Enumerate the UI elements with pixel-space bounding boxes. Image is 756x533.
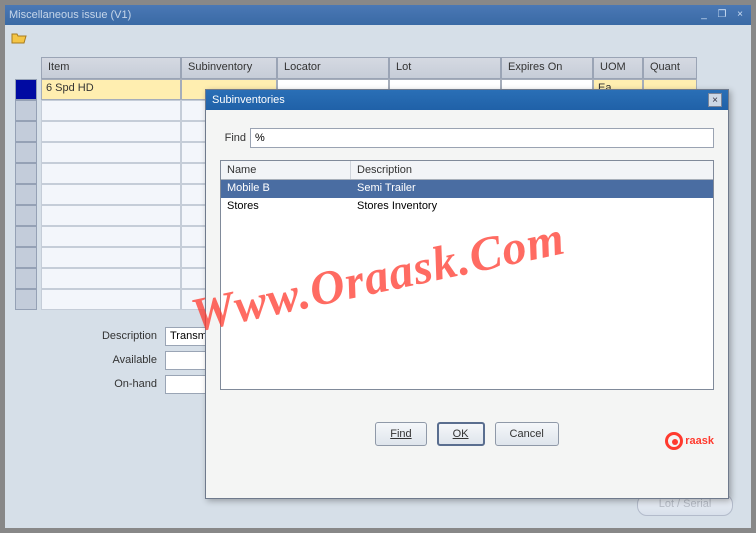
row-selector-icon[interactable]	[15, 100, 37, 121]
subinventories-dialog: Subinventories × Find Name Description M…	[205, 89, 729, 499]
minimize-icon[interactable]: _	[697, 9, 711, 21]
list-header-name[interactable]: Name	[221, 161, 351, 179]
col-header-subinventory[interactable]: Subinventory	[181, 57, 277, 79]
grid-header: Item Subinventory Locator Lot Expires On…	[41, 57, 741, 79]
col-header-expires-on[interactable]: Expires On	[501, 57, 593, 79]
row-selector-icon[interactable]	[15, 121, 37, 142]
row-selector-icon[interactable]	[15, 79, 37, 100]
folder-open-icon[interactable]	[11, 31, 27, 45]
dialog-titlebar: Subinventories ×	[206, 90, 728, 110]
on-hand-label: On-hand	[75, 378, 165, 390]
list-item-description: Semi Trailer	[351, 180, 713, 198]
col-header-uom[interactable]: UOM	[593, 57, 643, 79]
col-header-lot[interactable]: Lot	[389, 57, 501, 79]
row-selector-icon[interactable]	[15, 268, 37, 289]
close-icon[interactable]: ×	[733, 9, 747, 21]
find-input[interactable]	[250, 128, 714, 148]
col-header-quant[interactable]: Quant	[643, 57, 697, 79]
row-selector-icon[interactable]	[15, 184, 37, 205]
row-selector-icon[interactable]	[15, 226, 37, 247]
window-title: Miscellaneous issue (V1)	[9, 9, 697, 21]
col-header-locator[interactable]: Locator	[277, 57, 389, 79]
row-selector-icon[interactable]	[15, 289, 37, 310]
dialog-title: Subinventories	[212, 94, 708, 106]
list-header-description[interactable]: Description	[351, 161, 713, 179]
list-item[interactable]: Mobile B Semi Trailer	[221, 180, 713, 198]
description-label: Description	[75, 330, 165, 342]
toolbar	[5, 25, 751, 51]
list-item[interactable]: Stores Stores Inventory	[221, 198, 713, 216]
find-label: Find	[220, 132, 250, 144]
cell-item[interactable]: 6 Spd HD	[41, 79, 181, 100]
dialog-close-icon[interactable]: ×	[708, 93, 722, 107]
col-header-item[interactable]: Item	[41, 57, 181, 79]
list-item-description: Stores Inventory	[351, 198, 713, 216]
list-item-name: Stores	[221, 198, 351, 216]
cancel-button[interactable]: Cancel	[495, 422, 559, 446]
window-titlebar: Miscellaneous issue (V1) _ ❐ ×	[5, 5, 751, 25]
row-selector-icon[interactable]	[15, 142, 37, 163]
list-item-name: Mobile B	[221, 180, 351, 198]
available-label: Available	[75, 354, 165, 366]
restore-icon[interactable]: ❐	[715, 9, 729, 21]
row-selector-icon[interactable]	[15, 247, 37, 268]
row-selector-icon[interactable]	[15, 205, 37, 226]
row-selector-icon[interactable]	[15, 163, 37, 184]
results-listbox[interactable]: Name Description Mobile B Semi Trailer S…	[220, 160, 714, 390]
ok-button[interactable]: OK	[437, 422, 485, 446]
find-button[interactable]: Find	[375, 422, 426, 446]
